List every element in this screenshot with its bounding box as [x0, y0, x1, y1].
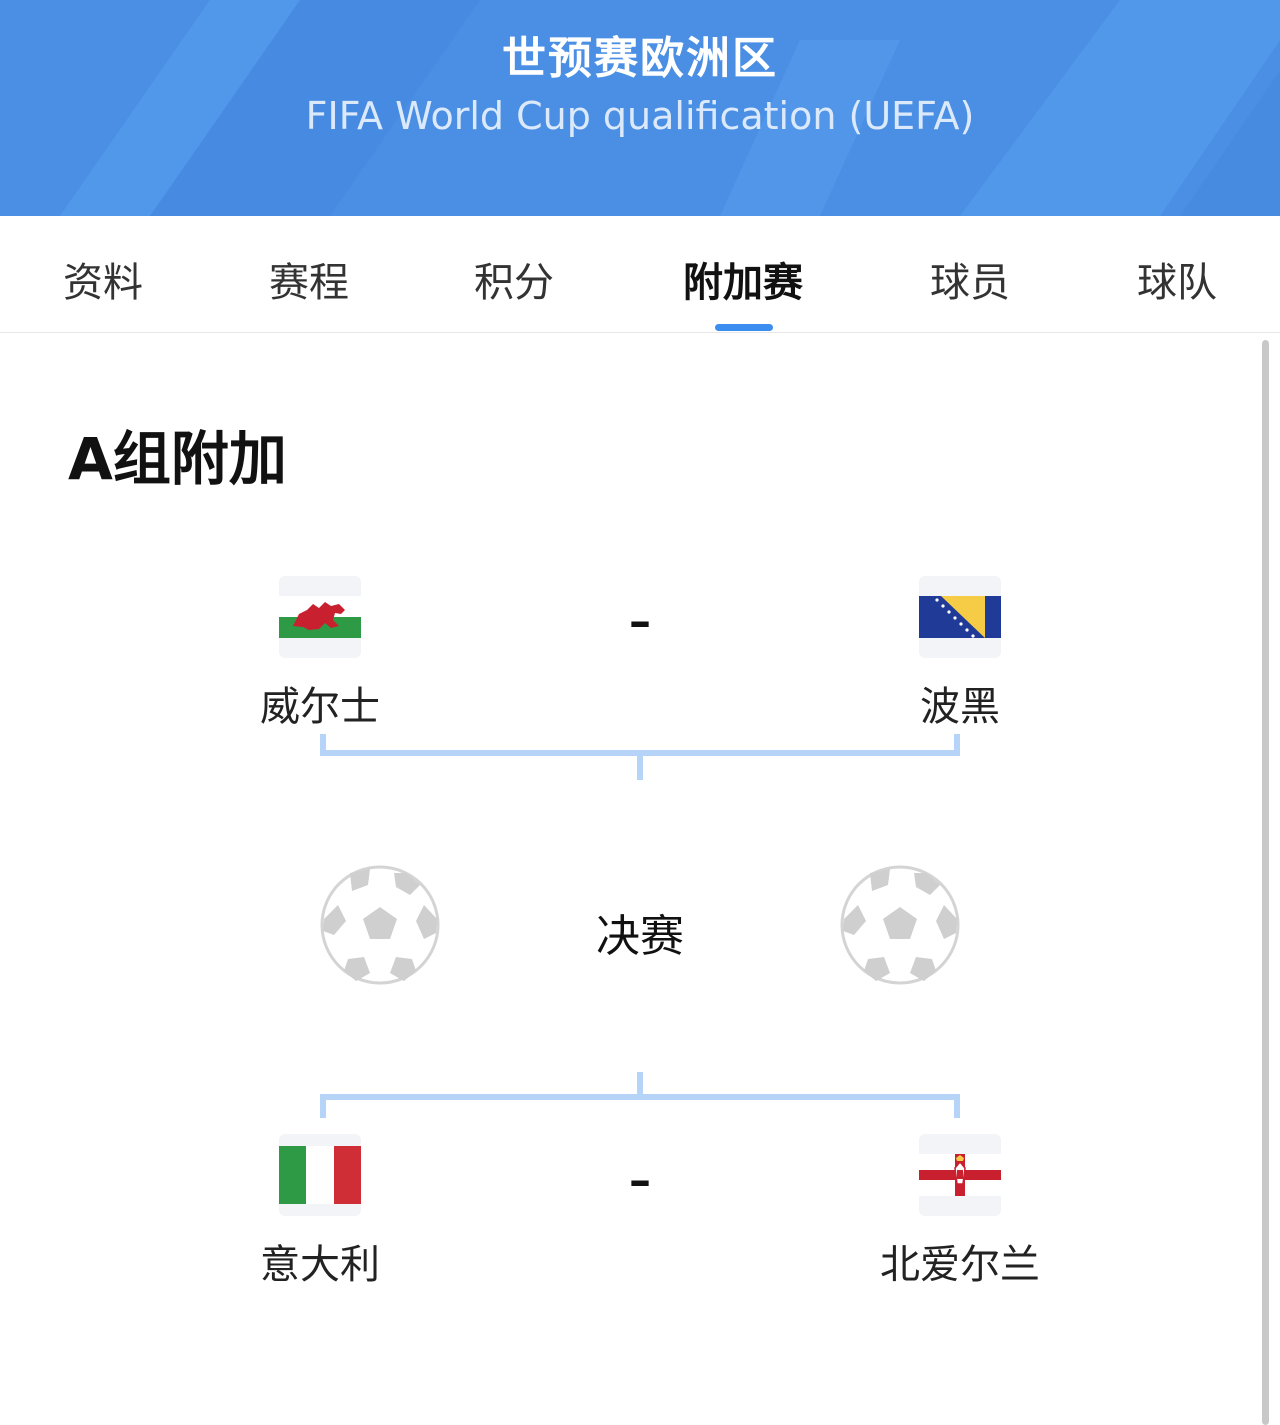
team-name-away[interactable]: 波黑	[920, 674, 1000, 732]
bosnia-flag-icon	[919, 576, 1001, 658]
northern-ireland-flag-icon	[919, 1134, 1001, 1216]
match-score: –	[629, 1155, 651, 1206]
wales-flag-icon	[279, 576, 361, 658]
team-name-away[interactable]: 北爱尔兰	[880, 1232, 1040, 1290]
italy-flag-icon	[279, 1134, 361, 1216]
match-score: –	[629, 596, 651, 647]
team-name-home[interactable]: 威尔士	[260, 674, 380, 732]
team-name-home[interactable]: 意大利	[260, 1232, 380, 1290]
bracket-lines	[320, 734, 960, 1118]
final-label: 决赛	[596, 911, 684, 962]
soccer-ball-icon	[320, 865, 440, 985]
soccer-ball-icon	[840, 865, 960, 985]
